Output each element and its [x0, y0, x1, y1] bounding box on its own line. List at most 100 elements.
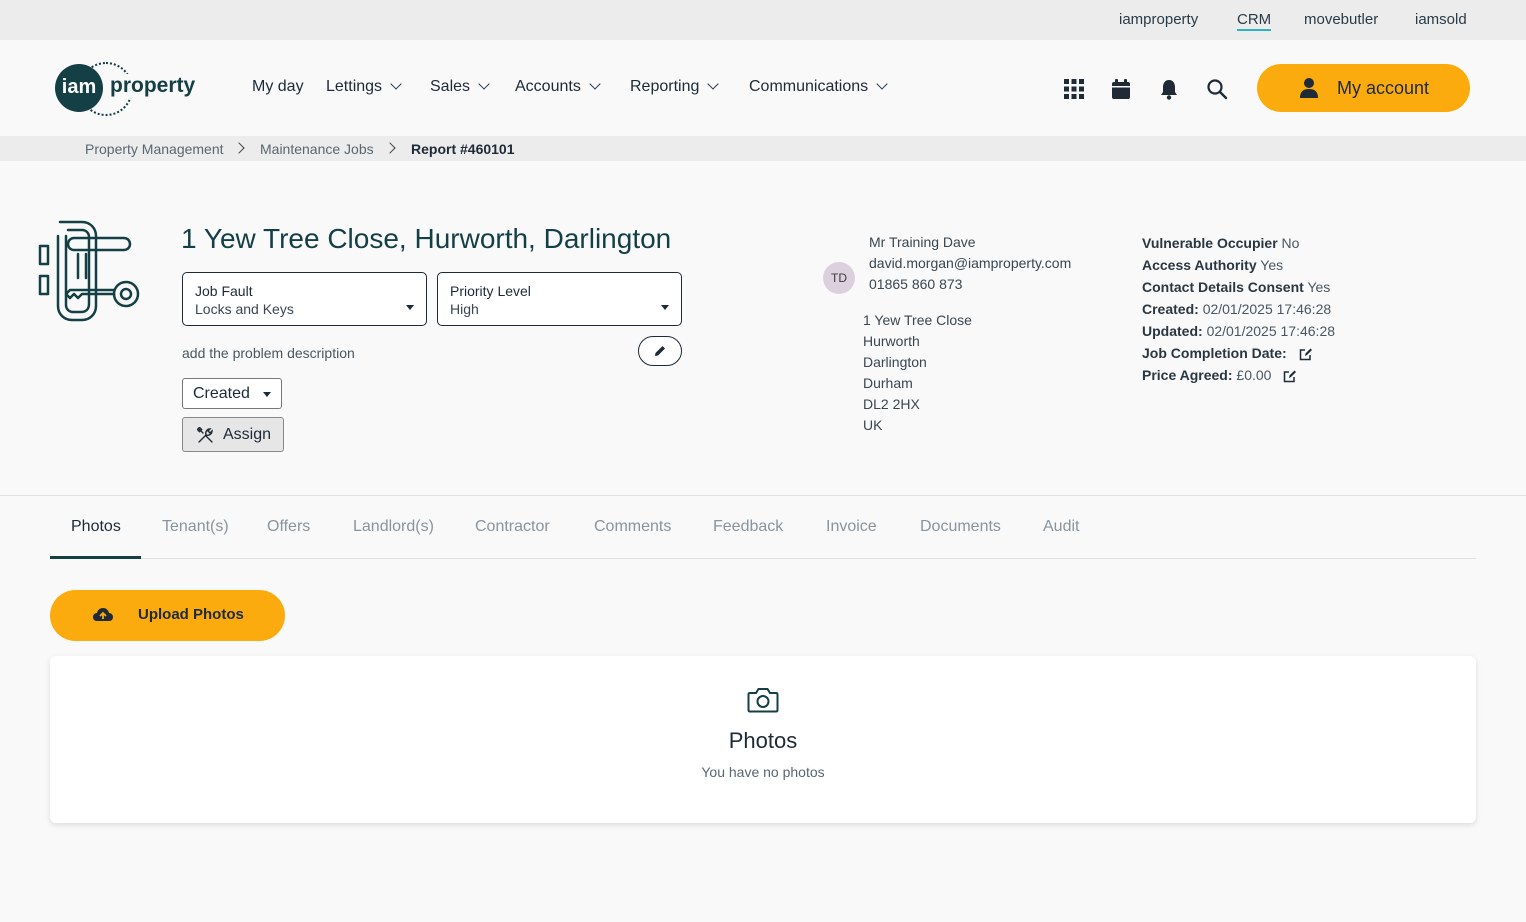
tab-feedback[interactable]: Feedback [713, 518, 783, 536]
address-line: 1 Yew Tree Close [863, 312, 972, 328]
edit-icon[interactable] [1299, 347, 1313, 361]
bell-icon[interactable] [1158, 78, 1180, 100]
nav-lettings-label: Lettings [326, 78, 383, 95]
nav-communications-label: Communications [749, 78, 869, 95]
job-fault-value: Locks and Keys [195, 301, 294, 317]
tools-icon [197, 427, 213, 443]
photos-empty-text: You have no photos [701, 764, 825, 780]
upload-photos-button[interactable]: Upload Photos [50, 590, 285, 641]
detail-value: 02/01/2025 17:46:28 [1206, 323, 1336, 339]
photos-panel-title: Photos [728, 728, 798, 753]
tab-comments[interactable]: Comments [594, 518, 671, 536]
top-link-iamsold[interactable]: iamsold [1415, 11, 1467, 28]
breadcrumb: Property Management Maintenance Jobs Rep… [0, 136, 1526, 161]
detail-access-authority: Access Authority Yes [1142, 257, 1283, 273]
chevron-right-icon [384, 142, 396, 154]
cloud-upload-icon [93, 608, 113, 621]
detail-value: 02/01/2025 17:46:28 [1202, 301, 1332, 317]
tab-contractor[interactable]: Contractor [475, 518, 550, 536]
address-line: Darlington [863, 354, 927, 370]
job-fault-label: Job Fault [195, 283, 253, 299]
tab-offers[interactable]: Offers [267, 518, 310, 536]
breadcrumb-current-report: Report #460101 [411, 141, 515, 157]
tab-audit[interactable]: Audit [1043, 518, 1079, 536]
top-link-iamproperty[interactable]: iamproperty [1119, 11, 1198, 28]
nav-reporting[interactable]: Reporting [630, 78, 720, 96]
nav-sales[interactable]: Sales [430, 78, 490, 96]
detail-label: Access Authority [1142, 257, 1257, 273]
assign-button[interactable]: Assign [182, 417, 284, 452]
edit-description-button[interactable] [638, 336, 682, 366]
nav-my-day[interactable]: My day [252, 78, 304, 96]
problem-description: add the problem description [182, 345, 355, 361]
chevron-down-icon [876, 78, 888, 90]
nav-accounts-label: Accounts [515, 78, 581, 95]
nav-reporting-label: Reporting [630, 78, 700, 95]
priority-level-value: High [450, 301, 479, 317]
breadcrumb-maintenance-jobs[interactable]: Maintenance Jobs [260, 141, 374, 157]
top-strip: iamproperty CRM movebutler iamsold [0, 0, 1526, 40]
detail-label: Contact Details Consent [1142, 279, 1304, 295]
property-title: 1 Yew Tree Close, Hurworth, Darlington [181, 223, 672, 254]
contact-email[interactable]: david.morgan@iamproperty.com [869, 255, 1071, 271]
photos-panel: Photos You have no photos [50, 656, 1476, 823]
apps-grid-icon[interactable] [1063, 78, 1085, 100]
detail-label: Created: [1142, 301, 1199, 317]
detail-label: Vulnerable Occupier [1142, 235, 1278, 251]
detail-value: £0.00 [1236, 367, 1272, 383]
contact-name: Mr Training Dave [869, 234, 976, 250]
nav-lettings[interactable]: Lettings [326, 78, 402, 96]
iamproperty-logo[interactable]: iam property [55, 62, 215, 116]
tab-photos[interactable]: Photos [71, 518, 121, 536]
tab-tenants[interactable]: Tenant(s) [162, 518, 229, 536]
contact-phone[interactable]: 01865 860 873 [869, 276, 962, 292]
tab-documents[interactable]: Documents [920, 518, 1001, 536]
chevron-down-icon [589, 78, 601, 90]
chevron-right-icon [233, 142, 245, 154]
active-tab-indicator [50, 556, 141, 559]
edit-icon[interactable] [1283, 369, 1297, 383]
detail-updated: Updated: 02/01/2025 17:46:28 [1142, 323, 1335, 339]
priority-level-select[interactable]: Priority Level High [437, 272, 682, 326]
detail-label: Job Completion Date: [1142, 345, 1287, 361]
logo-word: property [108, 74, 198, 98]
detail-label: Updated: [1142, 323, 1203, 339]
nav-communications[interactable]: Communications [749, 78, 888, 96]
top-link-crm[interactable]: CRM [1237, 11, 1272, 31]
nav-my-day-label: My day [252, 78, 304, 95]
my-account-button[interactable]: My account [1257, 64, 1470, 112]
chevron-down-icon [707, 78, 720, 90]
caret-down-icon [263, 392, 271, 397]
logo-mark: iam [55, 64, 103, 112]
nav-accounts[interactable]: Accounts [515, 78, 601, 96]
chevron-down-icon [478, 78, 490, 90]
avatar: TD [823, 262, 855, 294]
caret-down-icon [661, 305, 669, 310]
my-account-label: My account [1337, 78, 1430, 98]
top-link-movebutler[interactable]: movebutler [1304, 11, 1378, 28]
detail-created: Created: 02/01/2025 17:46:28 [1142, 301, 1331, 317]
detail-contact-consent: Contact Details Consent Yes [1142, 279, 1330, 295]
person-icon [1300, 78, 1318, 98]
tab-landlords[interactable]: Landlord(s) [353, 518, 434, 536]
detail-value: No [1281, 235, 1300, 251]
search-icon[interactable] [1206, 78, 1228, 100]
address-line: UK [863, 417, 883, 433]
job-fault-select[interactable]: Job Fault Locks and Keys [182, 272, 427, 326]
detail-value: Yes [1260, 257, 1284, 273]
status-dropdown[interactable]: Created [182, 378, 282, 409]
detail-value: Yes [1307, 279, 1331, 295]
status-value: Created [193, 385, 250, 402]
address-line: Hurworth [863, 333, 920, 349]
section-divider [0, 495, 1526, 496]
chevron-down-icon [390, 78, 402, 90]
pencil-icon [655, 346, 665, 356]
detail-vulnerable-occupier: Vulnerable Occupier No [1142, 235, 1299, 251]
door-lock-key-icon [38, 220, 140, 322]
breadcrumb-property-management[interactable]: Property Management [85, 141, 224, 157]
address-line: Durham [863, 375, 913, 391]
calendar-icon[interactable] [1110, 78, 1132, 100]
tab-invoice[interactable]: Invoice [826, 518, 877, 536]
detail-label: Price Agreed: [1142, 367, 1233, 383]
priority-level-label: Priority Level [450, 283, 531, 299]
